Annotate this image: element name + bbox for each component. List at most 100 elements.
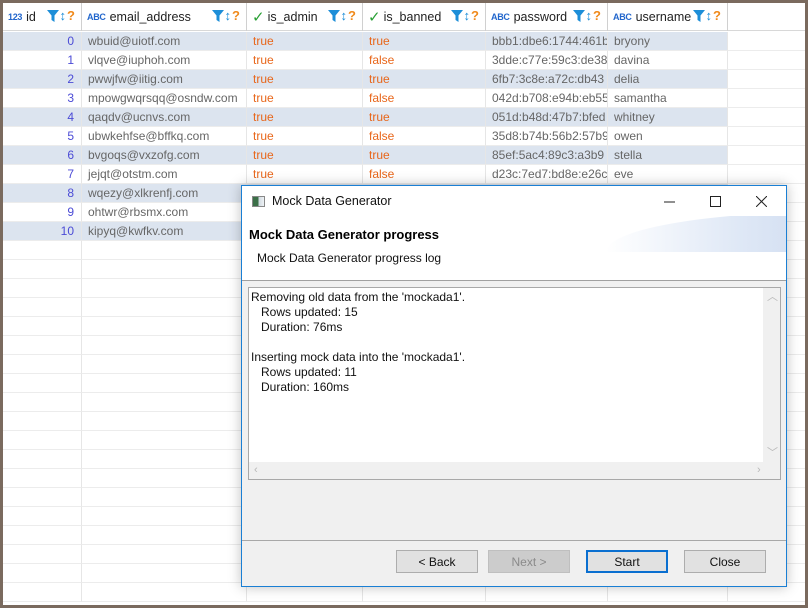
cell-is-admin[interactable]: true (247, 51, 363, 70)
help-icon[interactable]: ? (232, 9, 240, 23)
vertical-scrollbar[interactable]: ︿ ﹀ (763, 288, 780, 463)
cell-is-admin[interactable]: true (247, 32, 363, 51)
cell-email-address[interactable]: pwwjfw@iitig.com (82, 70, 247, 89)
scroll-right-icon[interactable]: › (757, 465, 761, 476)
cell-id[interactable]: 0 (3, 32, 82, 51)
sort-icon[interactable]: ↕ (586, 9, 593, 23)
start-button[interactable]: Start (586, 550, 668, 573)
help-icon[interactable]: ? (67, 9, 75, 23)
cell-email-address[interactable]: mpowgwqrsqq@osndw.com (82, 89, 247, 108)
cell-is-banned[interactable]: true (363, 108, 486, 127)
cell-username[interactable]: eve (608, 165, 728, 184)
close-window-button[interactable] (738, 186, 784, 216)
table-row[interactable]: 0 wbuid@uiotf.com true true bbb1:dbe6:1744:4… (3, 32, 805, 51)
cell-password[interactable]: 6fb7:3c8e:a72c:db43 (486, 70, 608, 89)
table-row[interactable]: 4 qaqdv@ucnvs.com true true 051d:b48d:47b7:b… (3, 108, 805, 127)
help-icon[interactable]: ? (471, 9, 479, 23)
sort-icon[interactable]: ↕ (341, 9, 348, 23)
cell-username[interactable]: davina (608, 51, 728, 70)
cell-id[interactable]: 10 (3, 222, 82, 241)
cell-username[interactable]: bryony (608, 32, 728, 51)
cell-is-banned[interactable]: false (363, 127, 486, 146)
cell-id[interactable]: 8 (3, 184, 82, 203)
cell-email-address[interactable]: vlqve@iuphoh.com (82, 51, 247, 70)
cell-id[interactable]: 2 (3, 70, 82, 89)
cell-username[interactable]: delia (608, 70, 728, 89)
cell-username[interactable]: whitney (608, 108, 728, 127)
cell-id[interactable]: 7 (3, 165, 82, 184)
cell-email-address[interactable]: jejqt@otstm.com (82, 165, 247, 184)
scroll-left-icon[interactable]: ‹ (254, 465, 258, 476)
dialog-titlebar[interactable]: Mock Data Generator (242, 186, 786, 216)
column-header-is-banned[interactable]: ✓ is_banned ↕? (363, 3, 486, 31)
column-header-username[interactable]: ABC username ↕? (608, 3, 728, 31)
cell-is-admin[interactable]: true (247, 165, 363, 184)
help-icon[interactable]: ? (593, 9, 601, 23)
cell-password[interactable]: 051d:b48d:47b7:bfed (486, 108, 608, 127)
maximize-button[interactable] (692, 186, 738, 216)
cell-email-address[interactable]: kipyq@kwfkv.com (82, 222, 247, 241)
cell-is-admin[interactable]: true (247, 108, 363, 127)
sort-icon[interactable]: ↕ (706, 9, 713, 23)
scroll-down-icon[interactable]: ﹀ (767, 448, 778, 459)
cell-is-admin[interactable]: true (247, 70, 363, 89)
cell-email-address[interactable]: ubwkehfse@bffkq.com (82, 127, 247, 146)
column-header-password[interactable]: ABC password ↕? (486, 3, 608, 31)
column-header-is-admin[interactable]: ✓ is_admin ↕? (247, 3, 363, 31)
cell-password[interactable]: 35d8:b74b:56b2:57b9 (486, 127, 608, 146)
scroll-up-icon[interactable]: ︿ (767, 292, 778, 303)
table-row[interactable]: 5 ubwkehfse@bffkq.com true false 35d8:b74b:5… (3, 127, 805, 146)
table-row[interactable]: 7 jejqt@otstm.com true false d23c:7ed7:bd8e:… (3, 165, 805, 184)
cell-id[interactable]: 5 (3, 127, 82, 146)
help-icon[interactable]: ? (713, 9, 721, 23)
cell-is-banned[interactable]: true (363, 32, 486, 51)
sort-icon[interactable]: ↕ (225, 9, 232, 23)
cell-is-banned[interactable]: false (363, 165, 486, 184)
table-row[interactable]: 2 pwwjfw@iitig.com true true 6fb7:3c8e:a72c:… (3, 70, 805, 89)
table-row[interactable]: 3 mpowgwqrsqq@osndw.com true false 042d:b708… (3, 89, 805, 108)
cell-id[interactable]: 4 (3, 108, 82, 127)
sort-icon[interactable]: ↕ (464, 9, 471, 23)
cell-email-address[interactable]: bvgoqs@vxzofg.com (82, 146, 247, 165)
sort-icon[interactable]: ↕ (60, 9, 67, 23)
cell-password[interactable]: 042d:b708:e94b:eb55 (486, 89, 608, 108)
cell-is-banned[interactable]: true (363, 70, 486, 89)
cell-is-banned[interactable]: false (363, 51, 486, 70)
cell-email-address[interactable]: ohtwr@rbsmx.com (82, 203, 247, 222)
cell-is-banned[interactable]: true (363, 146, 486, 165)
cell-is-admin[interactable]: true (247, 146, 363, 165)
cell-is-banned[interactable]: false (363, 89, 486, 108)
cell-username[interactable]: samantha (608, 89, 728, 108)
close-button[interactable]: Close (684, 550, 766, 573)
cell-id[interactable]: 6 (3, 146, 82, 165)
progress-log[interactable]: Removing old data from the 'mockada1'. R… (248, 287, 781, 480)
filter-icon[interactable] (211, 9, 224, 23)
cell-username[interactable]: owen (608, 127, 728, 146)
cell-is-admin[interactable]: true (247, 89, 363, 108)
help-icon[interactable]: ? (348, 9, 356, 23)
filter-icon[interactable] (327, 9, 340, 23)
cell-password[interactable]: d23c:7ed7:bd8e:e26c (486, 165, 608, 184)
column-header-email-address[interactable]: ABC email_address ↕? (82, 3, 247, 31)
cell-id[interactable]: 3 (3, 89, 82, 108)
cell-password[interactable]: 85ef:5ac4:89c3:a3b9 (486, 146, 608, 165)
horizontal-scrollbar[interactable]: ‹ › (249, 462, 780, 479)
table-row[interactable]: 6 bvgoqs@vxzofg.com true true 85ef:5ac4:89c3… (3, 146, 805, 165)
cell-email-address[interactable]: wbuid@uiotf.com (82, 32, 247, 51)
column-header-id[interactable]: 123 id ↕? (3, 3, 82, 31)
table-row[interactable]: 1 vlqve@iuphoh.com true false 3dde:c77e:59c3… (3, 51, 805, 70)
filter-icon[interactable] (692, 9, 705, 23)
cell-id[interactable]: 9 (3, 203, 82, 222)
filter-icon[interactable] (572, 9, 585, 23)
cell-password[interactable]: bbb1:dbe6:1744:461b (486, 32, 608, 51)
back-button[interactable]: < Back (396, 550, 478, 573)
cell-is-admin[interactable]: true (247, 127, 363, 146)
cell-id[interactable]: 1 (3, 51, 82, 70)
minimize-button[interactable] (646, 186, 692, 216)
cell-email-address[interactable]: qaqdv@ucnvs.com (82, 108, 247, 127)
cell-username[interactable]: stella (608, 146, 728, 165)
filter-icon[interactable] (450, 9, 463, 23)
cell-email-address[interactable]: wqezy@xlkrenfj.com (82, 184, 247, 203)
cell-password[interactable]: 3dde:c77e:59c3:de38 (486, 51, 608, 70)
filter-icon[interactable] (46, 9, 59, 23)
